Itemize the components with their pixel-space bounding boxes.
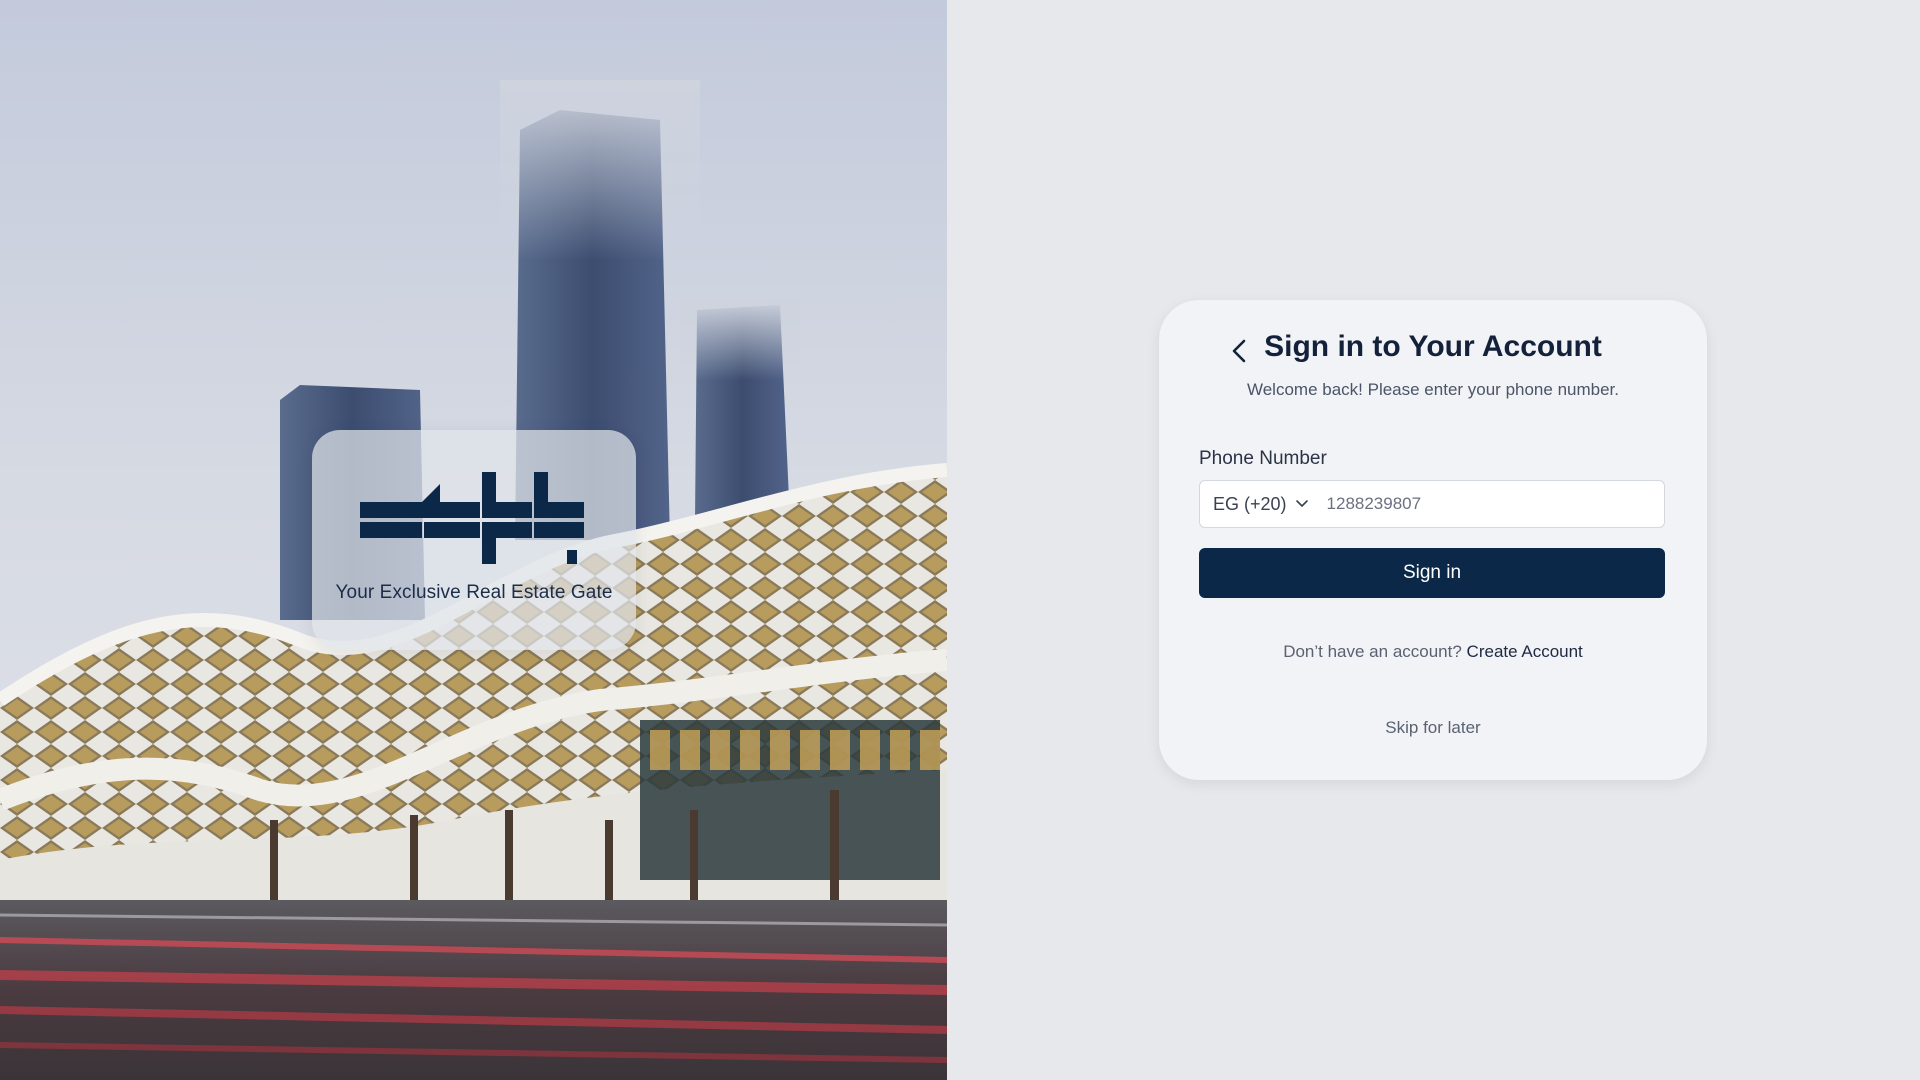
page-subtitle: Welcome back! Please enter your phone nu… — [1246, 380, 1619, 399]
phone-number-input[interactable] — [1320, 481, 1664, 527]
page-title: Sign in to Your Account — [1264, 330, 1602, 363]
brand-tagline: Your Exclusive Real Estate Gate — [335, 582, 613, 603]
chevron-down-icon — [1295, 499, 1309, 509]
sign-in-button[interactable]: Sign in — [1199, 548, 1665, 598]
phone-number-field: EG (+20) — [1199, 480, 1665, 528]
phone-number-label: Phone Number — [1199, 448, 1327, 469]
brand-logo — [360, 472, 584, 564]
logo-card: Your Exclusive Real Estate Gate — [312, 430, 636, 650]
country-code-select[interactable]: EG (+20) — [1200, 481, 1321, 527]
country-code-value: EG (+20) — [1213, 493, 1287, 514]
create-account-row: Don’t have an account? Create Account — [1159, 642, 1707, 662]
signin-card: Sign in to Your Account Welcome back! Pl… — [1159, 300, 1707, 780]
no-account-text: Don’t have an account? — [1283, 642, 1462, 661]
create-account-link[interactable]: Create Account — [1467, 642, 1583, 661]
hero-panel: Your Exclusive Real Estate Gate — [0, 0, 947, 1080]
skip-for-later-link[interactable]: Skip for later — [1159, 718, 1707, 738]
